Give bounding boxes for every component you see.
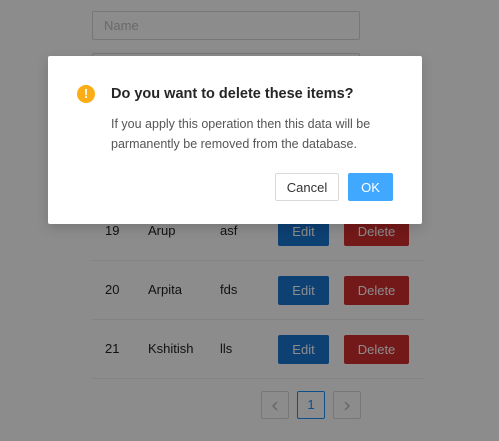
dialog-content-line: If you apply this operation then this da…: [111, 117, 371, 131]
dialog-title: Do you want to delete these items?: [111, 86, 354, 102]
dialog-content: If you apply this operation then this da…: [111, 114, 401, 154]
dialog-content-line: parmanently be removed from the database…: [111, 137, 357, 151]
exclamation-circle-icon: !: [77, 85, 95, 103]
ok-button[interactable]: OK: [348, 173, 393, 201]
cancel-button[interactable]: Cancel: [275, 173, 339, 201]
confirm-dialog: ! Do you want to delete these items? If …: [48, 56, 422, 224]
